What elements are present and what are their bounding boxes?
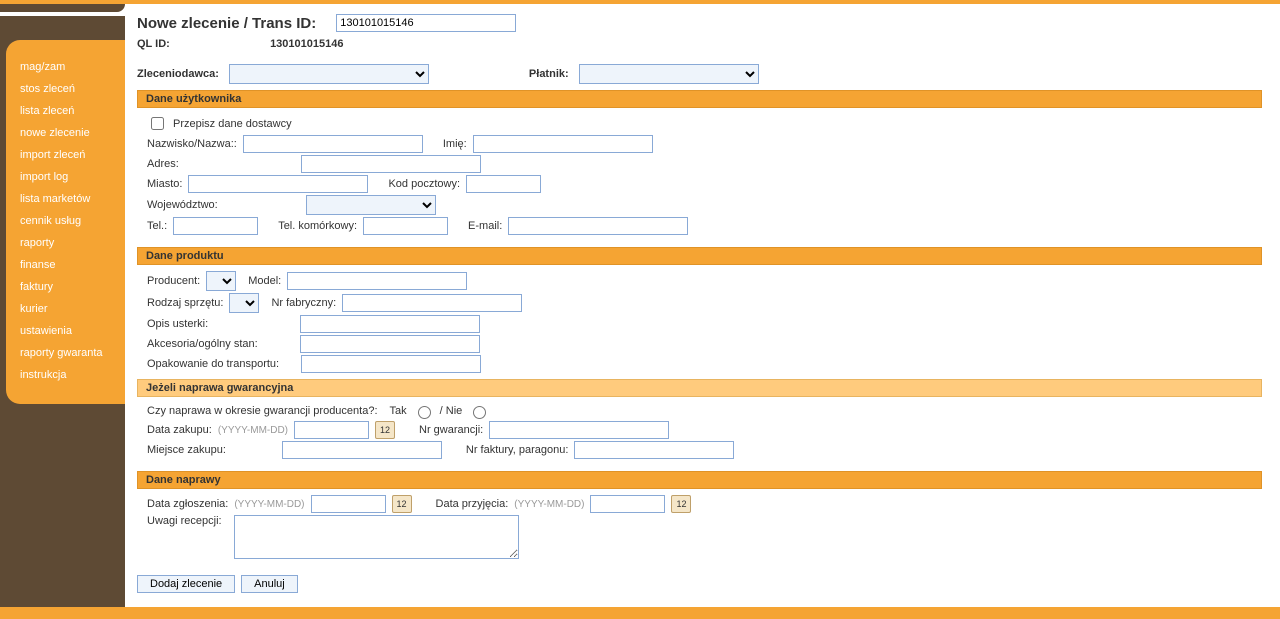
sidebar-item-cennik-uslug[interactable]: cennik usług <box>6 210 125 232</box>
zleceniodawca-select[interactable] <box>229 64 429 84</box>
surname-input[interactable] <box>243 135 423 153</box>
calendar-icon[interactable]: 12 <box>392 495 412 513</box>
platnik-label: Płatnik: <box>529 68 569 80</box>
sidebar: mag/zam stos zleceń lista zleceń nowe zl… <box>0 4 125 607</box>
fault-input[interactable] <box>300 315 480 333</box>
voiv-label: Województwo: <box>147 199 218 211</box>
section-header-repair: Dane naprawy <box>137 471 1262 489</box>
section-header-warranty: Jeżeli naprawa gwarancyjna <box>137 379 1262 397</box>
submit-button[interactable]: Dodaj zlecenie <box>137 575 235 593</box>
qlid-row: QL ID: 130101015146 <box>137 38 1262 50</box>
purchase-date-label: Data zakupu: <box>147 424 212 436</box>
party-row: Zleceniodawca: Płatnik: <box>137 64 1262 84</box>
mobile-input[interactable] <box>363 217 448 235</box>
purchase-place-label: Miejsce zakupu: <box>147 444 226 456</box>
sidebar-item-stos-zlecen[interactable]: stos zleceń <box>6 78 125 100</box>
warranty-no-field-label: Nr gwarancji: <box>419 424 483 436</box>
sidebar-item-raporty[interactable]: raporty <box>6 232 125 254</box>
cancel-button[interactable]: Anuluj <box>241 575 298 593</box>
purchase-date-input[interactable] <box>294 421 369 439</box>
email-label: E-mail: <box>468 220 502 232</box>
accessories-label: Akcesoria/ogólny stan: <box>147 338 258 350</box>
warranty-yes-radio[interactable] <box>418 406 431 419</box>
sidebar-panel: mag/zam stos zleceń lista zleceń nowe zl… <box>6 40 125 404</box>
copy-supplier-label: Przepisz dane dostawcy <box>173 118 292 130</box>
invoice-no-input[interactable] <box>574 441 734 459</box>
email-input[interactable] <box>508 217 688 235</box>
sidebar-item-nowe-zlecenie[interactable]: nowe zlecenie <box>6 122 125 144</box>
qlid-label: QL ID: <box>137 38 267 50</box>
warranty-yes-label: Tak <box>390 405 407 417</box>
sidebar-item-instrukcja[interactable]: instrukcja <box>6 364 125 386</box>
address-label: Adres: <box>147 158 179 170</box>
zip-label: Kod pocztowy: <box>388 178 460 190</box>
name-label: Imię: <box>443 138 467 150</box>
accept-date-input[interactable] <box>590 495 665 513</box>
packaging-input[interactable] <box>301 355 481 373</box>
sidebar-item-faktury[interactable]: faktury <box>6 276 125 298</box>
platnik-select[interactable] <box>579 64 759 84</box>
title-row: Nowe zlecenie / Trans ID: <box>137 14 1262 32</box>
warranty-question-label: Czy naprawa w okresie gwarancji producen… <box>147 405 378 417</box>
section-header-product: Dane produktu <box>137 247 1262 265</box>
accept-date-hint: (YYYY-MM-DD) <box>514 499 584 510</box>
reception-notes-label: Uwagi recepcji: <box>147 515 222 527</box>
accept-date-label: Data przyjęcia: <box>436 498 509 510</box>
sidebar-item-raporty-gwaranta[interactable]: raporty gwaranta <box>6 342 125 364</box>
sidebar-item-ustawienia[interactable]: ustawienia <box>6 320 125 342</box>
report-date-hint: (YYYY-MM-DD) <box>234 499 304 510</box>
zip-input[interactable] <box>466 175 541 193</box>
model-input[interactable] <box>287 272 467 290</box>
page-title: Nowe zlecenie / Trans ID: <box>137 15 316 32</box>
bottom-accent-bar <box>0 607 1280 619</box>
product-form-area: Producent: Model: Rodzaj sprzętu: Nr fab… <box>137 265 1262 379</box>
tel-label: Tel.: <box>147 220 167 232</box>
warranty-no-label: / Nie <box>440 405 463 417</box>
repair-form-area: Data zgłoszenia: (YYYY-MM-DD) 12 Data pr… <box>137 489 1262 565</box>
sidebar-item-lista-zlecen[interactable]: lista zleceń <box>6 100 125 122</box>
producer-select[interactable] <box>206 271 236 291</box>
invoice-no-label: Nr faktury, paragonu: <box>466 444 569 456</box>
sidebar-item-magzam[interactable]: mag/zam <box>6 56 125 78</box>
main-content: Nowe zlecenie / Trans ID: QL ID: 1301010… <box>125 4 1280 607</box>
calendar-icon[interactable]: 12 <box>671 495 691 513</box>
packaging-label: Opakowanie do transportu: <box>147 358 279 370</box>
warranty-form-area: Czy naprawa w okresie gwarancji producen… <box>137 397 1262 465</box>
qlid-value: 130101015146 <box>270 38 400 50</box>
producer-label: Producent: <box>147 275 200 287</box>
serial-input[interactable] <box>342 294 522 312</box>
city-input[interactable] <box>188 175 368 193</box>
purchase-date-hint: (YYYY-MM-DD) <box>218 425 288 436</box>
hw-type-label: Rodzaj sprzętu: <box>147 297 223 309</box>
sidebar-item-import-log[interactable]: import log <box>6 166 125 188</box>
accessories-input[interactable] <box>300 335 480 353</box>
name-input[interactable] <box>473 135 653 153</box>
mobile-label: Tel. komórkowy: <box>278 220 357 232</box>
trans-id-input[interactable] <box>336 14 516 32</box>
warranty-no-input[interactable] <box>489 421 669 439</box>
report-date-input[interactable] <box>311 495 386 513</box>
serial-label: Nr fabryczny: <box>271 297 336 309</box>
zleceniodawca-label: Zleceniodawca: <box>137 68 219 80</box>
model-label: Model: <box>248 275 281 287</box>
sidebar-item-lista-marketow[interactable]: lista marketów <box>6 188 125 210</box>
address-input[interactable] <box>301 155 481 173</box>
sidebar-item-import-zlecen[interactable]: import zleceń <box>6 144 125 166</box>
sidebar-item-finanse[interactable]: finanse <box>6 254 125 276</box>
section-header-user: Dane użytkownika <box>137 90 1262 108</box>
warranty-no-radio[interactable] <box>473 406 486 419</box>
city-label: Miasto: <box>147 178 182 190</box>
tel-input[interactable] <box>173 217 258 235</box>
reception-notes-textarea[interactable] <box>234 515 519 559</box>
sidebar-item-kurier[interactable]: kurier <box>6 298 125 320</box>
user-form-area: Przepisz dane dostawcy Nazwisko/Nazwa:: … <box>137 108 1262 241</box>
purchase-place-input[interactable] <box>282 441 442 459</box>
report-date-label: Data zgłoszenia: <box>147 498 228 510</box>
hw-type-select[interactable] <box>229 293 259 313</box>
voiv-select[interactable] <box>306 195 436 215</box>
calendar-icon[interactable]: 12 <box>375 421 395 439</box>
surname-label: Nazwisko/Nazwa:: <box>147 138 237 150</box>
fault-label: Opis usterki: <box>147 318 208 330</box>
copy-supplier-checkbox[interactable] <box>151 117 164 130</box>
